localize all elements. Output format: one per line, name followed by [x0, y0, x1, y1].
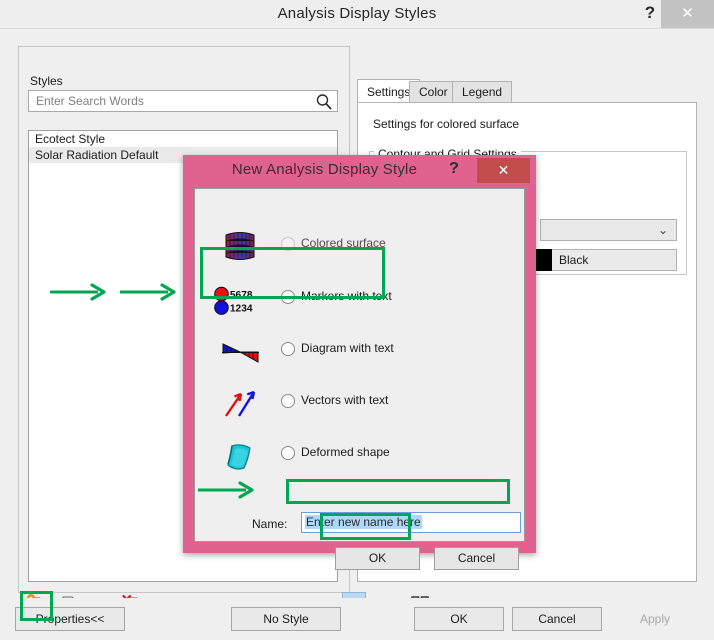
close-icon[interactable]: ✕ — [661, 0, 714, 28]
vectors-with-text-icon — [225, 390, 256, 417]
window-client-area: Styles Enter Search Words Ecotect Style … — [0, 29, 714, 640]
name-row: Name: Enter new name here — [195, 511, 526, 537]
dialog-button-row: OK Cancel — [195, 546, 526, 572]
help-icon[interactable]: ? — [639, 3, 661, 25]
diagram-with-text-icon — [222, 343, 259, 363]
color-value-field[interactable]: Black — [530, 249, 677, 271]
search-input[interactable]: Enter Search Words — [28, 90, 338, 112]
option-vectors-with-text[interactable]: Vectors with text — [195, 378, 526, 430]
no-style-button[interactable]: No Style — [231, 607, 341, 631]
search-placeholder: Enter Search Words — [36, 94, 144, 108]
analysis-display-styles-window: Analysis Display Styles ? ✕ Styles Enter… — [0, 0, 714, 640]
search-icon[interactable] — [315, 93, 333, 111]
name-label: Name: — [252, 517, 288, 531]
svg-text:1234: 1234 — [230, 303, 253, 314]
window-button-bar: Properties<< No Style OK Cancel Apply — [0, 598, 714, 640]
colored-surface-icon — [225, 232, 255, 260]
dialog-close-icon[interactable]: ✕ — [477, 158, 530, 183]
properties-button[interactable]: Properties<< — [15, 607, 125, 631]
name-input-value: Enter new name here — [305, 515, 422, 529]
settings-heading: Settings for colored surface — [373, 117, 520, 131]
dialog-cancel-button[interactable]: Cancel — [434, 547, 519, 570]
window-title: Analysis Display Styles — [277, 5, 437, 22]
option-colored-surface[interactable]: Colored surface — [195, 221, 526, 273]
dialog-ok-button[interactable]: OK — [335, 547, 420, 570]
tab-legend[interactable]: Legend — [452, 81, 513, 103]
chevron-down-icon: ⌄ — [657, 223, 668, 237]
option-deformed-shape[interactable]: Deformed shape — [195, 430, 526, 482]
radio-diagram-with-text[interactable] — [281, 342, 295, 356]
window-titlebar: Analysis Display Styles ? ✕ — [0, 0, 714, 28]
tab-color[interactable]: Color — [409, 81, 458, 103]
option-label: Vectors with text — [301, 393, 389, 407]
apply-button: Apply — [610, 607, 700, 631]
dialog-help-icon[interactable]: ? — [444, 158, 464, 180]
name-input[interactable]: Enter new name here — [301, 512, 521, 533]
option-label: Markers with text — [301, 289, 392, 303]
option-label: Colored surface — [301, 236, 386, 250]
svg-text:5678: 5678 — [230, 290, 253, 301]
ok-button[interactable]: OK — [414, 607, 504, 631]
radio-deformed-shape[interactable] — [281, 446, 295, 460]
radio-colored-surface[interactable] — [281, 237, 295, 251]
option-label: Deformed shape — [301, 445, 390, 459]
new-analysis-display-style-dialog: New Analysis Display Style ? ✕ Colored s… — [183, 155, 536, 570]
option-label: Diagram with text — [301, 341, 394, 355]
option-markers-with-text[interactable]: 5678 1234 Markers with text — [195, 274, 526, 326]
contour-combo-select[interactable]: ⌄ — [540, 219, 677, 241]
styles-group-label: Styles — [26, 74, 67, 88]
option-diagram-with-text[interactable]: Diagram with text — [195, 326, 526, 378]
dialog-body: Colored surface 5678 1234 Markers with t… — [194, 188, 526, 570]
list-item[interactable]: Ecotect Style — [29, 131, 337, 147]
radio-vectors-with-text[interactable] — [281, 394, 295, 408]
deformed-shape-icon — [227, 444, 251, 470]
dialog-titlebar: New Analysis Display Style ? ✕ — [183, 155, 536, 188]
cancel-button[interactable]: Cancel — [512, 607, 602, 631]
markers-with-text-icon: 5678 1234 — [214, 286, 253, 315]
radio-markers-with-text[interactable] — [281, 290, 295, 304]
color-name-label: Black — [559, 253, 589, 267]
